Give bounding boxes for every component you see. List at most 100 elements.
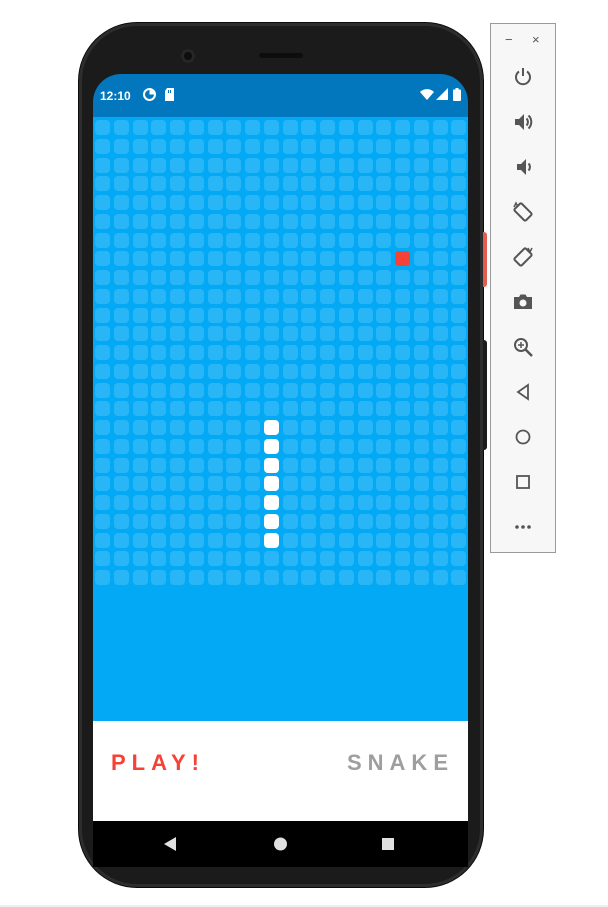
grid-cell <box>151 382 167 398</box>
grid-cell <box>263 551 279 567</box>
grid-cell <box>320 157 335 173</box>
grid-cell <box>282 138 298 154</box>
power-icon[interactable] <box>512 66 534 88</box>
grid-cell <box>151 157 167 173</box>
rotate-right-icon[interactable] <box>512 246 534 268</box>
grid-cell <box>451 420 467 435</box>
grid-cell <box>170 138 185 154</box>
grid-cell <box>95 382 110 398</box>
grid-cell <box>207 476 223 492</box>
play-button[interactable]: PLAY! <box>111 750 205 776</box>
grid-cell <box>376 513 392 529</box>
grid-cell <box>357 551 373 567</box>
grid-cell <box>320 195 335 210</box>
grid-cell <box>338 457 354 473</box>
grid-cell <box>451 345 467 360</box>
recents-icon[interactable] <box>381 836 395 857</box>
grid-cell <box>151 251 167 267</box>
volume-up-icon[interactable] <box>512 111 534 133</box>
camera-icon[interactable] <box>512 291 534 313</box>
grid-cell <box>132 213 148 229</box>
grid-cell <box>320 307 335 323</box>
grid-cell <box>132 270 148 285</box>
grid-cell <box>170 420 185 435</box>
grid-cell <box>245 420 260 435</box>
grid-cell <box>413 138 429 154</box>
grid-cell <box>151 457 167 473</box>
grid-cell <box>113 195 129 210</box>
grid-cell <box>282 232 298 248</box>
grid-cell <box>132 251 148 267</box>
grid-cell <box>338 120 354 135</box>
grid-cell <box>395 138 410 154</box>
close-button[interactable]: × <box>532 32 540 47</box>
grid-cell <box>113 570 129 585</box>
grid-cell <box>451 232 467 248</box>
grid-cell <box>320 120 335 135</box>
home-icon[interactable] <box>512 426 534 448</box>
rotate-left-icon[interactable] <box>512 201 534 223</box>
home-icon[interactable] <box>273 836 288 857</box>
grid-cell <box>413 495 429 510</box>
grid-cell <box>432 457 448 473</box>
grid-cell <box>357 438 373 454</box>
grid-cell <box>188 288 204 304</box>
grid-cell <box>151 213 167 229</box>
grid-cell <box>338 307 354 323</box>
grid-cell <box>282 495 298 510</box>
grid-cell <box>376 401 392 417</box>
grid-cell <box>338 495 354 510</box>
grid-cell <box>245 176 260 192</box>
grid-cell <box>132 532 148 548</box>
minimize-button[interactable]: − <box>505 32 513 47</box>
side-button <box>483 340 487 450</box>
back-icon[interactable] <box>512 381 534 403</box>
grid-cell <box>263 401 279 417</box>
grid-cell <box>301 288 317 304</box>
grid-cell <box>207 307 223 323</box>
grid-cell <box>301 420 317 435</box>
grid-cell <box>113 213 129 229</box>
grid-cell <box>226 570 242 585</box>
wifi-icon <box>420 88 434 104</box>
overview-icon[interactable] <box>512 471 534 493</box>
grid-cell <box>301 382 317 398</box>
grid-cell <box>432 251 448 267</box>
grid-cell <box>95 495 110 510</box>
grid-cell <box>338 513 354 529</box>
grid-cell <box>282 288 298 304</box>
grid-cell <box>413 401 429 417</box>
grid-cell <box>413 326 429 342</box>
grid-cell <box>132 420 148 435</box>
grid-cell <box>451 157 467 173</box>
game-board[interactable] <box>93 117 468 721</box>
grid-cell <box>376 382 392 398</box>
grid-cell <box>301 251 317 267</box>
grid-cell <box>132 363 148 379</box>
more-icon[interactable] <box>512 516 534 538</box>
grid-cell <box>170 382 185 398</box>
grid-cell <box>395 438 410 454</box>
grid-cell <box>357 157 373 173</box>
grid-cell <box>376 326 392 342</box>
grid-cell <box>301 138 317 154</box>
zoom-icon[interactable] <box>512 336 534 358</box>
grid-cell <box>170 176 185 192</box>
grid-cell <box>151 232 167 248</box>
grid-cell <box>226 438 242 454</box>
grid-cell <box>188 232 204 248</box>
grid-cell <box>395 176 410 192</box>
grid-cell <box>113 270 129 285</box>
grid-cell <box>207 157 223 173</box>
grid-cell <box>432 438 448 454</box>
back-icon[interactable] <box>163 836 177 857</box>
grid-cell <box>245 476 260 492</box>
grid-cell <box>207 288 223 304</box>
volume-down-icon[interactable] <box>512 156 534 178</box>
grid-cell <box>113 232 129 248</box>
grid-cell <box>226 157 242 173</box>
grid-cell <box>226 138 242 154</box>
grid-cell <box>188 307 204 323</box>
grid-cell <box>338 401 354 417</box>
grid-cell <box>320 213 335 229</box>
